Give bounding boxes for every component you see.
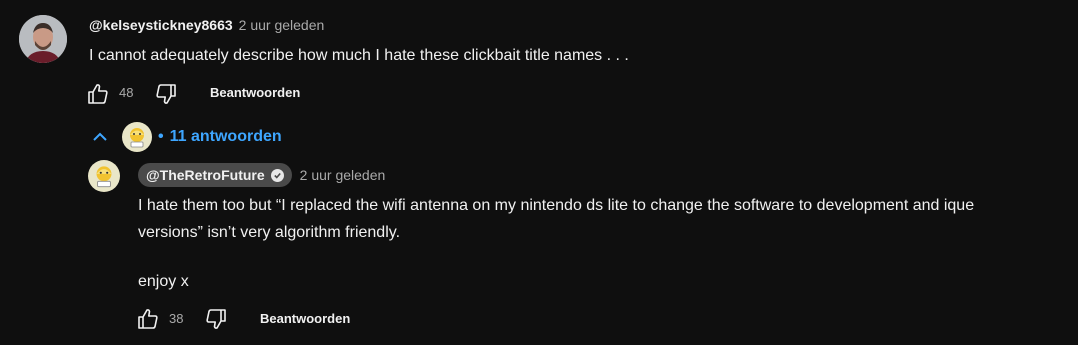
thumbs-down-icon [156,84,176,104]
reply-button[interactable]: Beantwoorden [210,85,300,100]
reply-reply-button[interactable]: Beantwoorden [260,311,350,326]
creator-avatar-small-icon [122,122,152,152]
reply-like-button[interactable] [134,305,162,333]
like-count: 48 [119,85,134,100]
reply-text-line-2: versions” isn’t very algorithm friendly. [138,224,401,241]
replies-count-label[interactable]: 11 antwoorden [170,128,282,146]
reply-text-line-1: I hate them too but “I replaced the wifi… [138,197,975,214]
dislike-button[interactable] [152,80,180,108]
reply-header: @TheRetroFuture 2 uur geleden [138,163,385,187]
thumbs-down-icon [206,309,226,329]
commenter-avatar[interactable] [19,15,67,63]
reply-dislike-button[interactable] [202,305,230,333]
replies-bullet: • [158,128,164,145]
thumbs-up-icon [138,309,158,329]
reply-like-count: 38 [169,311,184,326]
comment-text: I cannot adequately describe how much I … [89,47,629,64]
reply-avatar[interactable] [88,160,120,192]
person-avatar-icon [19,15,67,63]
reply-text-line-3: enjoy x [138,273,189,290]
thumbs-up-icon [88,84,108,104]
verified-check-icon [270,168,284,182]
reply-author: @TheRetroFuture [146,167,265,183]
comment-author[interactable]: @kelseystickney8663 [89,17,233,33]
replies-toggle[interactable]: • 11 antwoorden [88,122,282,152]
reply-timestamp[interactable]: 2 uur geleden [300,167,386,183]
chevron-up-icon [93,132,107,141]
like-button[interactable] [84,80,112,108]
comment-header: @kelseystickney8663 2 uur geleden [89,17,324,33]
creator-avatar-icon [88,160,120,192]
creator-badge[interactable]: @TheRetroFuture [138,163,292,187]
comment-timestamp[interactable]: 2 uur geleden [239,17,325,33]
